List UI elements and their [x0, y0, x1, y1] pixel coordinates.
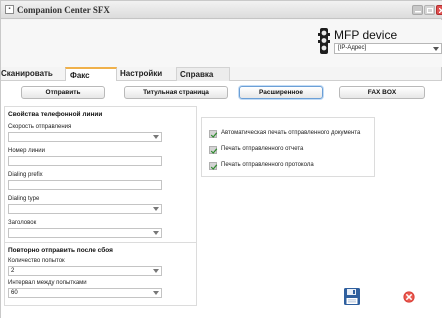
print-log-option[interactable]: Печать отправленного протокола — [209, 162, 374, 171]
phone-line-group: Свойства телефонной линии Скорость отпра… — [4, 106, 197, 248]
auto-print-label: Автоматическая печать отправленного доку… — [221, 130, 361, 136]
main-tabs: Сканировать Факс Настройки Справка — [1, 67, 442, 81]
floppy-disk-icon[interactable] — [344, 288, 360, 305]
advanced-button[interactable]: Расширенное — [239, 86, 323, 99]
red-close-icon[interactable] — [403, 291, 415, 303]
attempts-value: 2 — [11, 268, 15, 274]
window-title: Companion Center SFX — [17, 5, 110, 15]
tab-fax[interactable]: Факс — [65, 67, 117, 81]
maximize-button[interactable] — [424, 5, 435, 15]
app-icon: ▪ — [5, 5, 14, 14]
interval-select[interactable]: 60 — [8, 288, 162, 298]
cover-page-button[interactable]: Титульная страница — [124, 86, 228, 99]
tab-settings[interactable]: Настройки — [120, 67, 176, 81]
dialing-type-select[interactable] — [8, 204, 162, 214]
interval-label: Интервал между попытками — [8, 280, 87, 286]
print-report-checkbox[interactable] — [209, 146, 218, 154]
chevron-down-icon — [153, 269, 159, 273]
chevron-down-icon — [153, 231, 159, 235]
checkmark-icon — [210, 148, 218, 154]
chevron-down-icon — [153, 207, 159, 211]
speed-select[interactable] — [8, 132, 162, 142]
dialing-prefix-input[interactable] — [8, 180, 162, 190]
line-number-label: Номер линии — [8, 148, 46, 154]
fax-panel: Отправить Титульная страница Расширенное… — [1, 81, 442, 318]
ip-address-select[interactable]: [IP-Адрес] — [334, 43, 442, 54]
attempts-label: Количество попыток — [8, 258, 65, 264]
send-button[interactable]: Отправить — [21, 86, 105, 99]
checkmark-icon — [210, 164, 218, 170]
print-report-label: Печать отправленного отчета — [221, 146, 304, 152]
close-window-button[interactable] — [436, 5, 442, 15]
minimize-icon — [415, 11, 421, 13]
retry-title: Повторно отправить после сбоя — [8, 247, 113, 254]
traffic-light-icon — [318, 28, 330, 54]
print-log-label: Печать отправленного протокола — [221, 162, 314, 168]
app-window: ▪ Companion Center SFX MFP device [IP-Ад… — [0, 0, 442, 318]
device-title: MFP device — [334, 28, 398, 42]
interval-value: 60 — [11, 290, 18, 296]
attempts-select[interactable]: 2 — [8, 266, 162, 276]
chevron-down-icon — [153, 135, 159, 139]
speed-label: Скорость отправления — [8, 124, 72, 130]
chevron-down-icon — [153, 291, 159, 295]
checkmark-icon — [210, 132, 218, 138]
phone-line-title: Свойства телефонной линии — [8, 111, 103, 118]
maximize-icon — [427, 8, 433, 13]
header-select[interactable] — [8, 228, 162, 238]
dialing-prefix-label: Dialing prefix — [8, 172, 43, 178]
fax-box-button[interactable]: FAX BOX — [339, 86, 425, 99]
print-report-option[interactable]: Печать отправленного отчета — [209, 146, 374, 155]
auto-print-checkbox[interactable] — [209, 130, 218, 138]
ip-select-value: [IP-Адрес] — [338, 45, 367, 51]
retry-group: Повторно отправить после сбоя Количество… — [4, 242, 197, 306]
header-label: Заголовок — [8, 220, 37, 226]
device-header: MFP device [IP-Адрес] — [1, 20, 442, 67]
auto-print-option[interactable]: Автоматическая печать отправленного доку… — [209, 130, 374, 139]
print-options-group: Автоматическая печать отправленного доку… — [201, 117, 375, 177]
chevron-down-icon — [433, 47, 439, 51]
line-number-input[interactable] — [8, 156, 162, 166]
dialing-type-label: Dialing type — [8, 196, 40, 202]
tab-scan[interactable]: Сканировать — [1, 67, 65, 81]
minimize-button[interactable] — [412, 5, 423, 15]
print-log-checkbox[interactable] — [209, 162, 218, 170]
tab-help[interactable]: Справка — [176, 67, 230, 81]
title-bar: ▪ Companion Center SFX — [1, 1, 442, 19]
